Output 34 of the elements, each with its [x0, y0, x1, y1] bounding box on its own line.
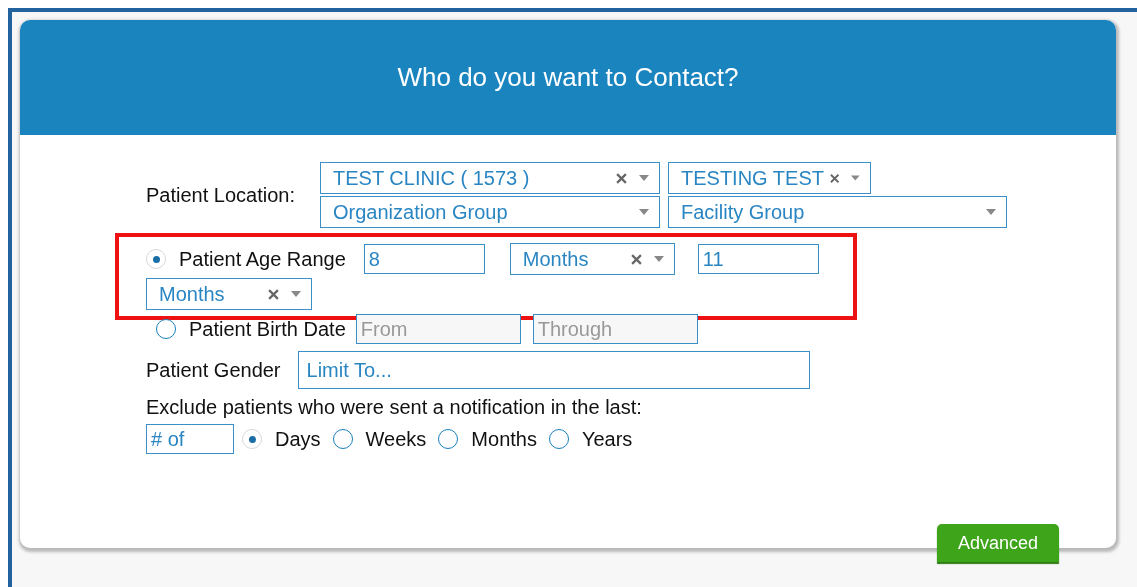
- caret-icon: [653, 256, 664, 262]
- field-label: Patient Birth Date: [189, 317, 346, 341]
- input-field[interactable]: Limit To...: [297, 351, 810, 389]
- radio-button[interactable]: [548, 429, 569, 449]
- advanced-button[interactable]: Advanced: [937, 524, 1059, 562]
- dialog-title: Who do you want to Contact?: [397, 62, 739, 93]
- caret-icon: [986, 209, 996, 215]
- clear-icon[interactable]: [630, 253, 642, 265]
- input-field[interactable]: 8: [363, 244, 485, 274]
- input-field[interactable]: # of: [146, 424, 234, 454]
- select-field[interactable]: TEST CLINIC ( 1573 ): [320, 162, 660, 194]
- clear-icon[interactable]: [830, 172, 840, 184]
- select-field[interactable]: Facility Group: [668, 196, 1007, 228]
- caret-icon: [291, 291, 301, 297]
- select-field[interactable]: Organization Group: [320, 196, 660, 228]
- radio-button[interactable]: [332, 429, 353, 449]
- radio-label: Weeks: [365, 427, 427, 451]
- select-field[interactable]: Months: [146, 278, 312, 310]
- radio-label: Months: [471, 427, 537, 451]
- input-field[interactable]: 11: [697, 244, 819, 274]
- caret-icon: [851, 175, 860, 181]
- caret-icon: [639, 175, 649, 181]
- field-label: Exclude patients who were sent a notification in the last:: [146, 396, 642, 418]
- clear-icon[interactable]: [616, 172, 627, 184]
- radio-label: Days: [275, 427, 321, 451]
- field-label: Patient Location:: [146, 183, 296, 207]
- select-field[interactable]: TESTING TEST: [668, 162, 871, 194]
- field-label: Patient Gender: [146, 358, 281, 382]
- radio-label: Years: [581, 427, 633, 451]
- field-label: Patient Age Range: [179, 247, 346, 271]
- select-field[interactable]: Months: [509, 243, 675, 275]
- caret-icon: [639, 209, 649, 215]
- radio-button[interactable]: [438, 429, 459, 449]
- clear-icon[interactable]: [268, 288, 279, 300]
